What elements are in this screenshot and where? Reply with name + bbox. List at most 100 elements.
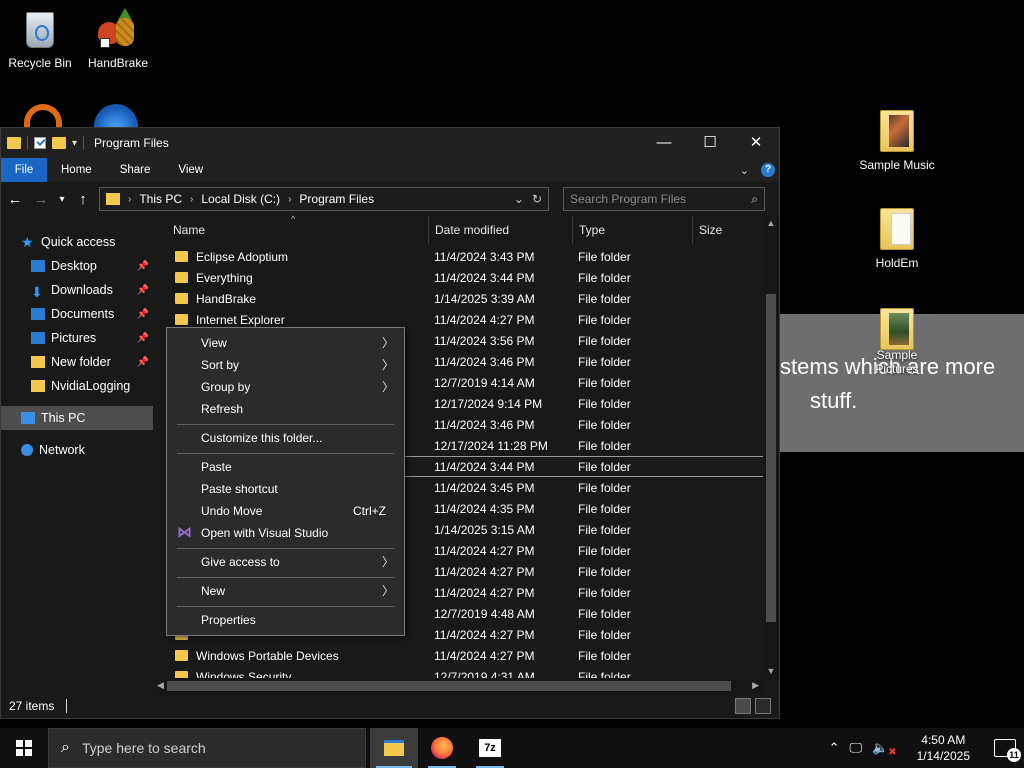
menu-item-customize[interactable]: Customize this folder... <box>167 427 404 449</box>
address-bar[interactable]: › This PC › Local Disk (C:) › Program Fi… <box>99 187 549 211</box>
large-icons-view-icon[interactable] <box>755 698 771 714</box>
menu-item-view[interactable]: View 〉 <box>167 332 404 354</box>
sample-music-folder[interactable]: Sample Music <box>847 110 947 172</box>
menu-item-paste-shortcut[interactable]: Paste shortcut <box>167 478 404 500</box>
nav-desktop[interactable]: Desktop 📌 <box>1 254 153 278</box>
address-dropdown-icon[interactable]: ⌄ <box>514 192 524 206</box>
show-hidden-icons-chevron-icon[interactable]: ⌃ <box>829 740 840 756</box>
taskbar-firefox[interactable] <box>418 728 466 768</box>
maximize-button[interactable]: ☐ <box>687 128 733 158</box>
menu-item-refresh[interactable]: Refresh <box>167 398 404 420</box>
tab-file[interactable]: File <box>1 158 47 182</box>
menu-label: Undo Move <box>201 504 263 518</box>
row-type: File folder <box>578 543 631 558</box>
recent-locations-chevron-icon[interactable]: ▾ <box>57 194 67 205</box>
horizontal-scrollbar[interactable]: ◀ ▶ <box>153 678 763 694</box>
column-date-modified[interactable]: Date modified <box>429 216 573 244</box>
properties-icon[interactable] <box>34 137 46 149</box>
partial-desktop-icon[interactable] <box>24 104 62 128</box>
taskbar-search[interactable]: ⌕ Type here to search <box>48 728 366 768</box>
breadcrumb-program-files[interactable]: Program Files <box>299 192 374 206</box>
new-folder-icon[interactable] <box>52 137 66 149</box>
menu-label: Sort by <box>201 358 240 372</box>
nav-new-folder[interactable]: New folder 📌 <box>1 350 153 374</box>
handbrake-desktop-icon[interactable]: HandBrake <box>78 8 158 70</box>
file-explorer-icon <box>384 740 404 756</box>
nav-nvidialogging[interactable]: NvidiaLogging <box>1 374 153 398</box>
details-view-icon[interactable] <box>735 698 751 714</box>
nav-pictures[interactable]: Pictures 📌 <box>1 326 153 350</box>
notification-center-icon[interactable]: 11 <box>994 739 1021 762</box>
table-row[interactable]: Windows Portable Devices 11/4/2024 4:27 P… <box>167 645 763 666</box>
scroll-up-icon[interactable]: ▲ <box>763 218 779 228</box>
scroll-down-icon[interactable]: ▼ <box>763 666 779 676</box>
network-status-icon[interactable]: 🖵 <box>849 740 862 756</box>
forward-arrow-icon[interactable]: → <box>31 191 51 208</box>
mute-indicator-icon: ✖ <box>888 746 897 758</box>
customize-toolbar-icon[interactable]: ▾ <box>72 138 77 149</box>
menu-item-open-visual-studio[interactable]: ⋈ Open with Visual Studio <box>167 522 404 544</box>
column-name[interactable]: Name <box>167 216 429 244</box>
menu-label: Group by <box>201 380 251 394</box>
table-row[interactable]: Everything 11/4/2024 3:44 PM File folder <box>167 267 763 288</box>
taskbar-file-explorer[interactable] <box>370 728 418 768</box>
scroll-thumb[interactable] <box>766 294 776 622</box>
start-button[interactable] <box>0 728 48 768</box>
nav-quick-access[interactable]: ★ Quick access <box>1 230 153 254</box>
handbrake-image <box>96 8 140 52</box>
partial-browser-icon[interactable] <box>94 104 138 128</box>
volume-icon[interactable]: 🔈 <box>872 740 888 756</box>
submenu-arrow-icon: 〉 <box>381 380 394 394</box>
refresh-icon[interactable]: ↻ <box>532 192 542 206</box>
expand-ribbon-icon[interactable]: ⌄ <box>740 164 749 177</box>
title-bar[interactable]: ▾ Program Files — ☐ ✕ <box>1 128 779 158</box>
menu-item-new[interactable]: New 〉 <box>167 580 404 602</box>
scroll-left-icon[interactable]: ◀ <box>157 680 164 691</box>
nav-label: Documents <box>51 307 115 321</box>
nav-this-pc[interactable]: This PC <box>1 406 153 430</box>
up-arrow-icon[interactable]: ↑ <box>73 191 93 208</box>
folder-icon <box>880 308 914 350</box>
holdem-folder[interactable]: HoldEm <box>847 208 947 270</box>
sample-pictures-folder[interactable]: Sample Pictures <box>847 308 947 376</box>
row-type: File folder <box>578 270 631 285</box>
scroll-right-icon[interactable]: ▶ <box>752 680 759 691</box>
table-row[interactable]: HandBrake 1/14/2025 3:39 AM File folder <box>167 288 763 309</box>
close-button[interactable]: ✕ <box>733 128 779 158</box>
menu-shortcut: Ctrl+Z <box>353 504 386 518</box>
hscroll-thumb[interactable] <box>167 681 731 691</box>
menu-item-give-access[interactable]: Give access to 〉 <box>167 551 404 573</box>
column-size[interactable]: Size <box>693 216 763 244</box>
column-type[interactable]: Type <box>573 216 693 244</box>
nav-documents[interactable]: Documents 📌 <box>1 302 153 326</box>
back-arrow-icon[interactable]: ← <box>5 191 25 208</box>
clock[interactable]: 4:50 AM 1/14/2025 <box>917 732 970 764</box>
nav-downloads[interactable]: ⬇ Downloads 📌 <box>1 278 153 302</box>
recycle-bin-icon[interactable]: Recycle Bin <box>0 8 80 70</box>
nav-network[interactable]: Network <box>1 438 153 462</box>
documents-icon <box>31 308 45 320</box>
menu-item-sort-by[interactable]: Sort by 〉 <box>167 354 404 376</box>
star-icon: ★ <box>21 234 34 250</box>
row-type: File folder <box>578 606 631 621</box>
vertical-scrollbar[interactable]: ▲ ▼ <box>763 216 779 678</box>
menu-label: Customize this folder... <box>201 431 323 445</box>
menu-label: View <box>201 336 227 350</box>
tab-share[interactable]: Share <box>106 158 165 182</box>
table-row[interactable]: Eclipse Adoptium 11/4/2024 3:43 PM File fo… <box>167 246 763 267</box>
tab-view[interactable]: View <box>164 158 217 182</box>
search-input[interactable]: Search Program Files ⌕ <box>563 187 765 211</box>
menu-item-group-by[interactable]: Group by 〉 <box>167 376 404 398</box>
row-type: File folder <box>578 312 631 327</box>
menu-item-undo-move[interactable]: Undo Move Ctrl+Z <box>167 500 404 522</box>
help-icon[interactable]: ? <box>761 163 775 177</box>
minimize-button[interactable]: — <box>641 128 687 158</box>
tab-home[interactable]: Home <box>47 158 106 182</box>
menu-separator <box>177 577 394 578</box>
taskbar-7zip[interactable]: 7z <box>466 728 514 768</box>
folder-icon <box>175 251 188 262</box>
breadcrumb-this-pc[interactable]: This PC <box>139 192 182 206</box>
menu-item-paste[interactable]: Paste <box>167 456 404 478</box>
menu-item-properties[interactable]: Properties <box>167 609 404 631</box>
breadcrumb-local-disk[interactable]: Local Disk (C:) <box>201 192 280 206</box>
